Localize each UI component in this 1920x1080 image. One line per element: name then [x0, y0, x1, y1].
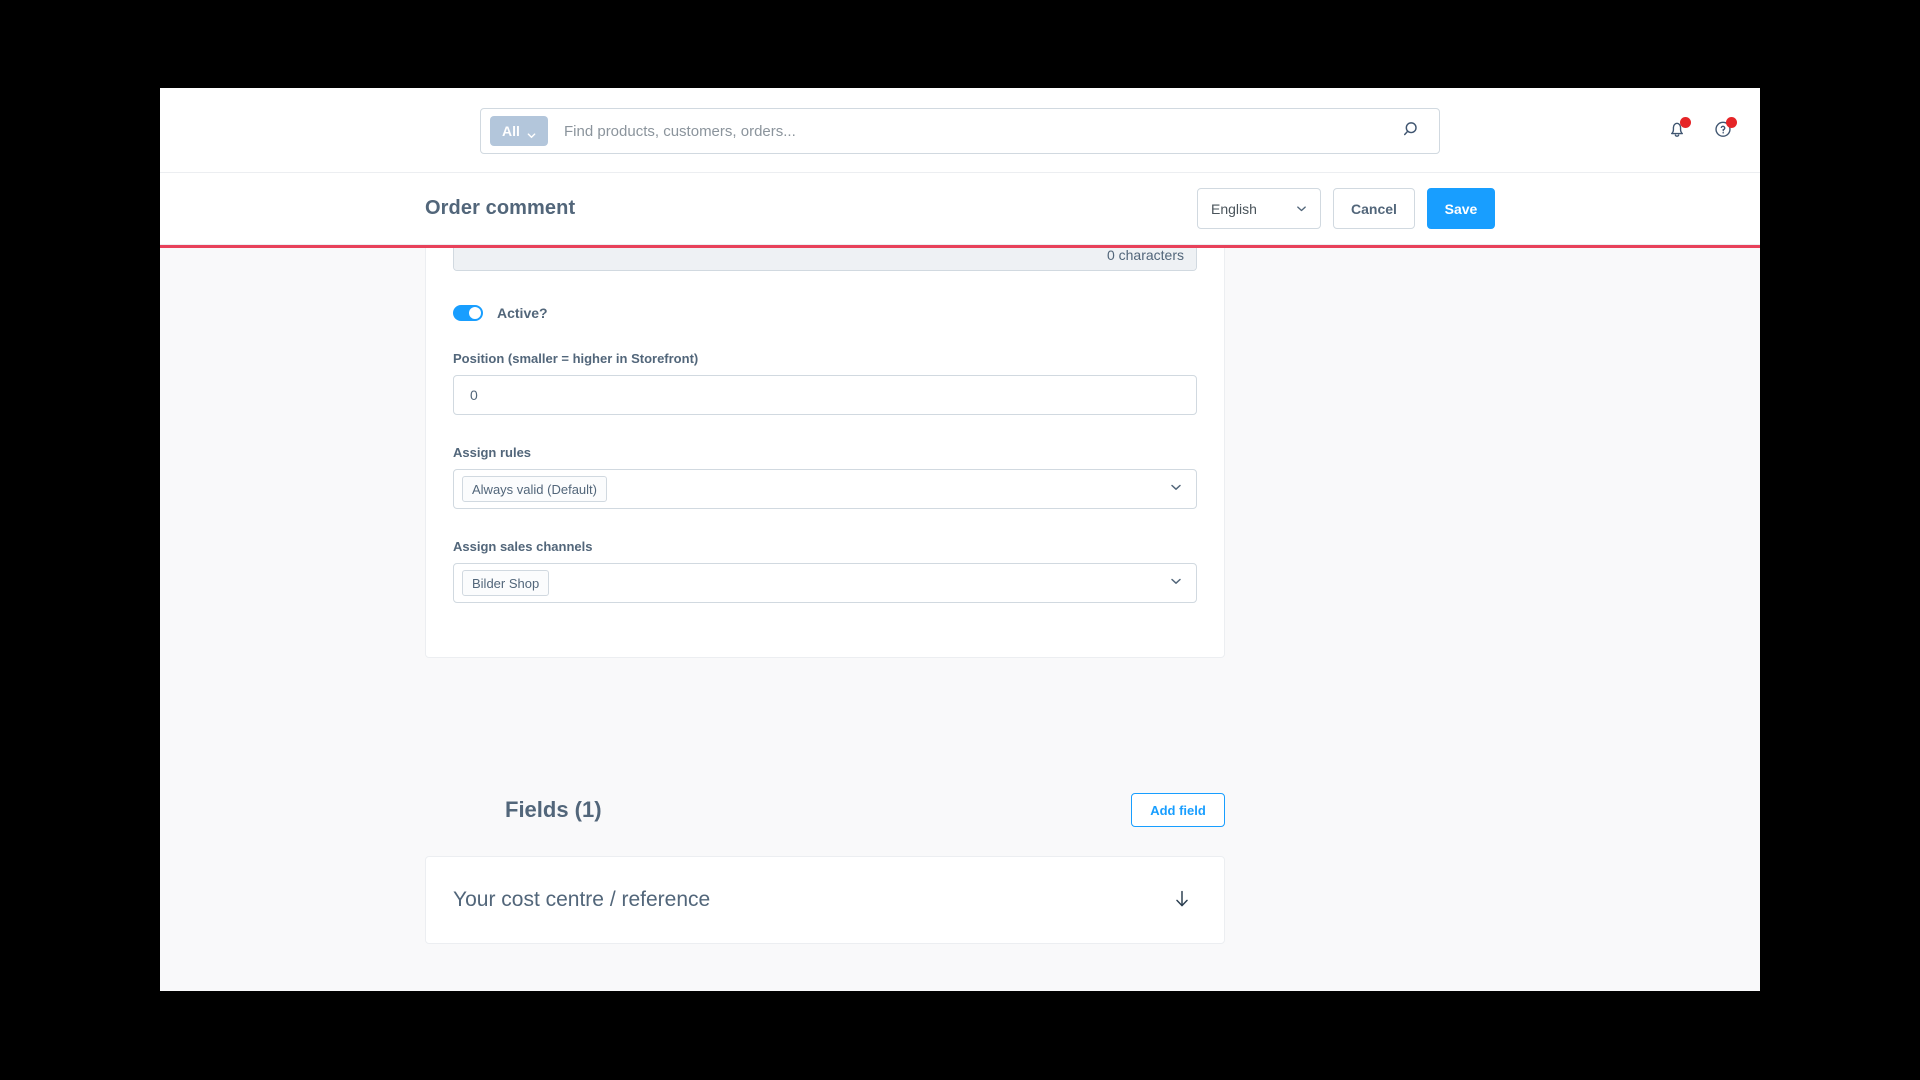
assign-rules-block: Assign rules Always valid (Default) [453, 445, 1197, 509]
page-title: Order comment [425, 197, 576, 219]
assign-sales-channels-block: Assign sales channels Bilder Shop [453, 539, 1197, 603]
search-scope-label: All [502, 123, 520, 139]
smart-bar: Order comment English Cancel Save [160, 173, 1760, 245]
fields-section-title: Fields (1) [505, 797, 602, 822]
add-field-button[interactable]: Add field [1131, 793, 1225, 827]
cancel-button[interactable]: Cancel [1333, 188, 1415, 229]
assign-rules-chips: Always valid (Default) [462, 476, 1170, 502]
settings-card: 0 characters Active? Position (smaller =… [425, 248, 1225, 658]
help-badge [1726, 116, 1737, 128]
field-item-title: Your cost centre / reference [453, 888, 711, 911]
assign-sales-channels-chips: Bilder Shop [462, 570, 1170, 596]
fields-section-header: Fields (1) Add field [425, 788, 1225, 832]
assign-rules-label: Assign rules [453, 445, 532, 460]
language-switch-label: English [1211, 200, 1257, 217]
character-counter: 0 characters [454, 248, 1196, 270]
assign-sales-channels-select[interactable]: Bilder Shop [453, 563, 1197, 603]
position-input[interactable] [453, 375, 1197, 415]
content-area: 0 characters Active? Position (smaller =… [160, 248, 1760, 990]
chip[interactable]: Always valid (Default) [462, 476, 607, 502]
notification-badge [1680, 116, 1691, 128]
chevron-down-icon [1170, 574, 1182, 592]
field-move-down-button[interactable] [1167, 885, 1197, 915]
chevron-down-icon [1296, 201, 1307, 217]
chip[interactable]: Bilder Shop [462, 570, 550, 596]
chevron-down-icon [527, 127, 536, 138]
active-toggle-label: Active? [497, 305, 548, 321]
toggle-knob [469, 307, 481, 319]
assign-rules-select[interactable]: Always valid (Default) [453, 469, 1197, 509]
search-input[interactable] [548, 122, 1395, 140]
active-toggle-row: Active? [453, 305, 1197, 321]
comment-textarea-wrapper[interactable]: 0 characters [453, 248, 1197, 271]
topbar-actions [1662, 88, 1738, 173]
language-switch[interactable]: English [1197, 188, 1321, 229]
search-scope-selector[interactable]: All [490, 116, 548, 146]
position-field-block: Position (smaller = higher in Storefront… [453, 351, 1197, 415]
position-label: Position (smaller = higher in Storefront… [453, 351, 699, 366]
chevron-down-icon [1170, 480, 1182, 498]
active-toggle[interactable] [453, 305, 483, 321]
search-submit-button[interactable] [1395, 114, 1429, 148]
browser-viewport: All Find products, customers, orders... … [160, 88, 1760, 991]
save-button[interactable]: Save [1427, 188, 1495, 229]
field-list-item[interactable]: Your cost centre / reference [425, 856, 1225, 944]
assign-sales-channels-label: Assign sales channels [453, 539, 593, 554]
global-search[interactable]: All [480, 108, 1440, 154]
top-search-bar: All [160, 88, 1760, 173]
arrow-down-icon [1171, 888, 1193, 913]
help-button[interactable] [1708, 116, 1738, 146]
search-icon [1403, 120, 1422, 142]
smart-bar-actions: English Cancel Save [1197, 188, 1495, 229]
notifications-button[interactable] [1662, 116, 1692, 146]
